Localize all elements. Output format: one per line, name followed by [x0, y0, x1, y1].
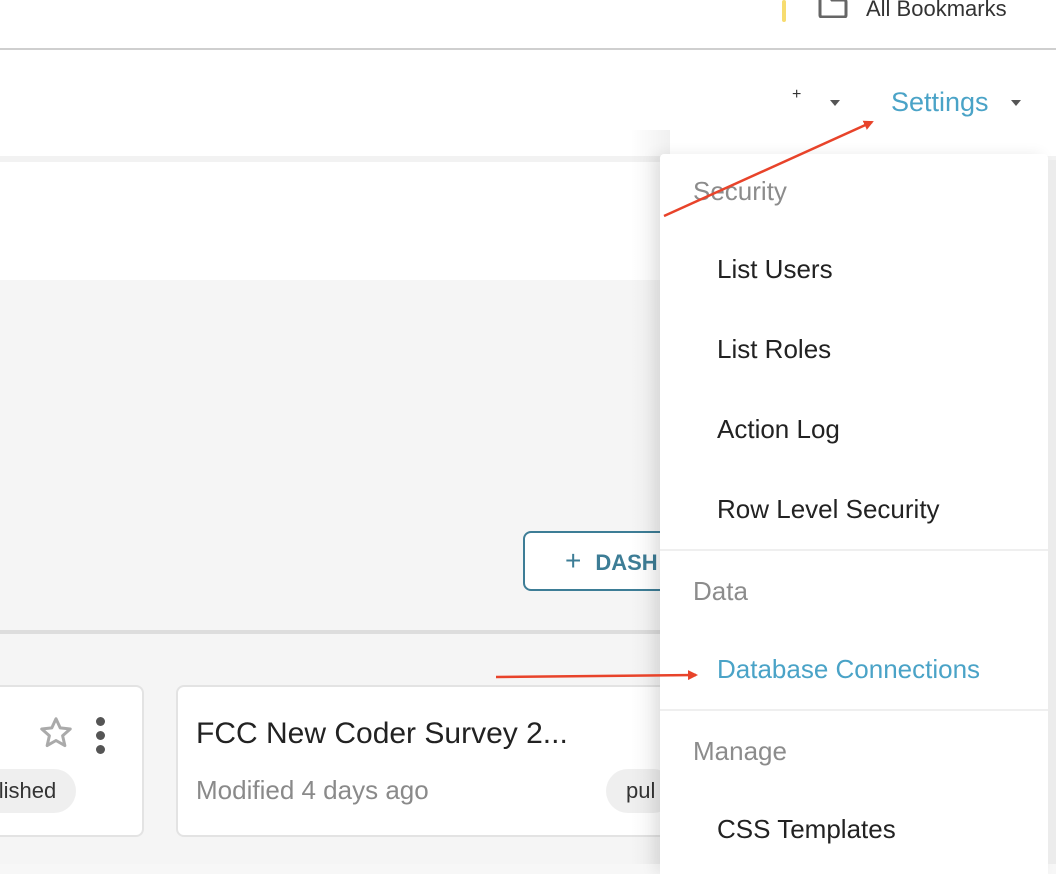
menu-item-list-roles[interactable]: List Roles [717, 334, 831, 365]
add-new-button[interactable]: + [792, 86, 801, 104]
folder-icon[interactable] [818, 0, 848, 18]
menu-group-data: Data [693, 576, 748, 606]
menu-item-database-connections[interactable]: Database Connections [717, 654, 980, 685]
settings-caret-icon[interactable] [1011, 100, 1021, 106]
menu-divider [660, 549, 1048, 551]
star-outline-icon[interactable] [38, 715, 74, 751]
menu-group-security: Security [693, 176, 787, 206]
settings-menu-button[interactable]: Settings [891, 87, 989, 118]
menu-item-css-templates[interactable]: CSS Templates [717, 814, 896, 845]
menu-divider [660, 709, 1048, 711]
top-bar: All Bookmarks [0, 0, 1056, 50]
status-badge: published [0, 769, 77, 813]
plus-icon: + [792, 86, 802, 103]
bookmark-separator [782, 0, 786, 22]
add-new-caret-icon[interactable] [830, 100, 840, 106]
menu-item-action-log[interactable]: Action Log [717, 414, 840, 445]
dashboard-card[interactable]: published [0, 685, 144, 837]
menu-item-list-users[interactable]: List Users [717, 254, 833, 285]
card-title[interactable]: FCC New Coder Survey 2... [196, 717, 568, 751]
plus-icon: + [565, 545, 582, 576]
card-modified-time: Modified 4 days ago [196, 775, 429, 805]
all-bookmarks-link[interactable]: All Bookmarks [866, 0, 1007, 22]
menu-group-manage: Manage [693, 736, 787, 766]
dashboard-card[interactable]: FCC New Coder Survey 2... Modified 4 day… [176, 685, 696, 837]
kebab-menu-icon[interactable] [96, 717, 106, 757]
menu-item-row-level-security[interactable]: Row Level Security [717, 494, 940, 525]
menu-scrollbar[interactable] [1048, 160, 1056, 864]
settings-dropdown-menu: Security List Users List Roles Action Lo… [660, 154, 1048, 874]
